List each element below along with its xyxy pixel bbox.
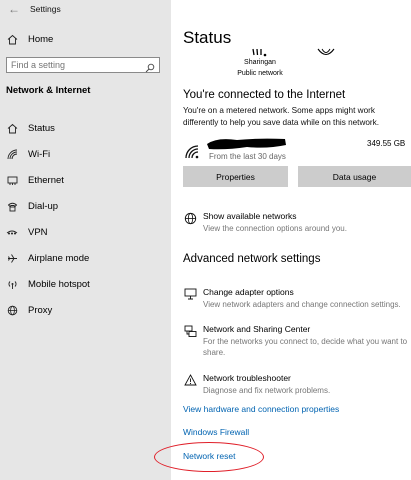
properties-button[interactable]: Properties (183, 166, 288, 187)
home-icon (6, 122, 18, 134)
usage-period: From the last 30 days (209, 152, 286, 161)
sidebar-nav: Status Wi-Fi Ethernet Dial-up VPN Airpla… (0, 115, 171, 323)
troubleshooter-label: Network troubleshooter (203, 373, 291, 383)
page-title: Status (183, 28, 232, 47)
show-networks-desc: View the connection options around you. (203, 223, 347, 233)
show-networks-label: Show available networks (203, 211, 297, 221)
hotspot-icon (6, 278, 18, 290)
adapter-options-desc: View network adapters and change connect… (203, 299, 401, 309)
network-reset-link[interactable]: Network reset (183, 451, 235, 461)
sidebar-item-proxy[interactable]: Proxy (0, 297, 171, 323)
app-title: Settings (30, 4, 61, 14)
sidebar-item-status[interactable]: Status (0, 115, 171, 141)
sidebar: ← Settings Home Network & Internet Statu… (0, 0, 171, 480)
troubleshooter-item[interactable]: Network troubleshooter Diagnose and fix … (183, 373, 330, 396)
advanced-settings-heading: Advanced network settings (183, 253, 321, 265)
show-networks-item[interactable]: Show available networks View the connect… (183, 211, 347, 234)
home-icon (6, 34, 18, 45)
view-hardware-link[interactable]: View hardware and connection properties (183, 404, 339, 414)
sidebar-item-label: Ethernet (28, 174, 64, 186)
sidebar-item-airplane-mode[interactable]: Airplane mode (0, 245, 171, 271)
sidebar-item-label: Status (28, 122, 55, 134)
dialup-icon (6, 200, 18, 212)
connection-heading: You're connected to the Internet (183, 89, 346, 101)
sidebar-item-vpn[interactable]: VPN (0, 219, 171, 245)
troubleshooter-desc: Diagnose and fix network problems. (203, 385, 331, 395)
adapter-options-label: Change adapter options (203, 287, 294, 297)
search-icon[interactable] (145, 60, 155, 78)
sharing-center-icon (183, 324, 197, 358)
wifi-icon (185, 145, 201, 164)
adapter-icon (183, 287, 197, 310)
connection-description: You're on a metered network. Some apps m… (183, 106, 380, 127)
sidebar-item-label: Wi-Fi (28, 148, 51, 160)
globe-icon (183, 211, 197, 234)
back-arrow-icon[interactable]: ← (8, 2, 20, 16)
title-bar: ← Settings (0, 0, 171, 22)
sidebar-item-label: Mobile hotspot (28, 278, 90, 290)
home-nav-item[interactable]: Home (6, 32, 53, 46)
data-usage-button[interactable]: Data usage (298, 166, 411, 187)
search-input[interactable] (7, 60, 145, 70)
sidebar-item-label: VPN (28, 226, 48, 238)
globe-icon (6, 304, 18, 316)
sidebar-item-wifi[interactable]: Wi-Fi (0, 141, 171, 167)
sidebar-item-label: Dial-up (28, 200, 59, 212)
section-heading: Network & Internet (6, 85, 91, 96)
warning-icon (183, 373, 197, 396)
search-box[interactable] (6, 57, 160, 73)
sharing-center-desc: For the networks you connect to, decide … (203, 336, 408, 357)
sidebar-item-label: Proxy (28, 304, 53, 316)
sidebar-item-mobile-hotspot[interactable]: Mobile hotspot (0, 271, 171, 297)
vpn-icon (6, 226, 18, 238)
home-label: Home (28, 33, 54, 45)
change-adapter-options-item[interactable]: Change adapter options View network adap… (183, 287, 401, 310)
sidebar-item-dialup[interactable]: Dial-up (0, 193, 171, 219)
windows-firewall-link[interactable]: Windows Firewall (183, 427, 249, 437)
network-name: Sharingan (244, 59, 276, 66)
usage-amount: 349.55 GB (367, 139, 406, 148)
ethernet-icon (6, 174, 18, 186)
wifi-icon (6, 148, 18, 160)
sidebar-item-ethernet[interactable]: Ethernet (0, 167, 171, 193)
airplane-icon (6, 252, 18, 264)
sidebar-item-label: Airplane mode (28, 252, 90, 264)
sharing-center-item[interactable]: Network and Sharing Center For the netwo… (183, 324, 411, 358)
network-type: Public network (237, 70, 283, 77)
globe-icon (317, 44, 335, 62)
main-content: Status Sharingan Public network You're c… (154, 0, 411, 480)
sharing-center-label: Network and Sharing Center (203, 324, 311, 334)
